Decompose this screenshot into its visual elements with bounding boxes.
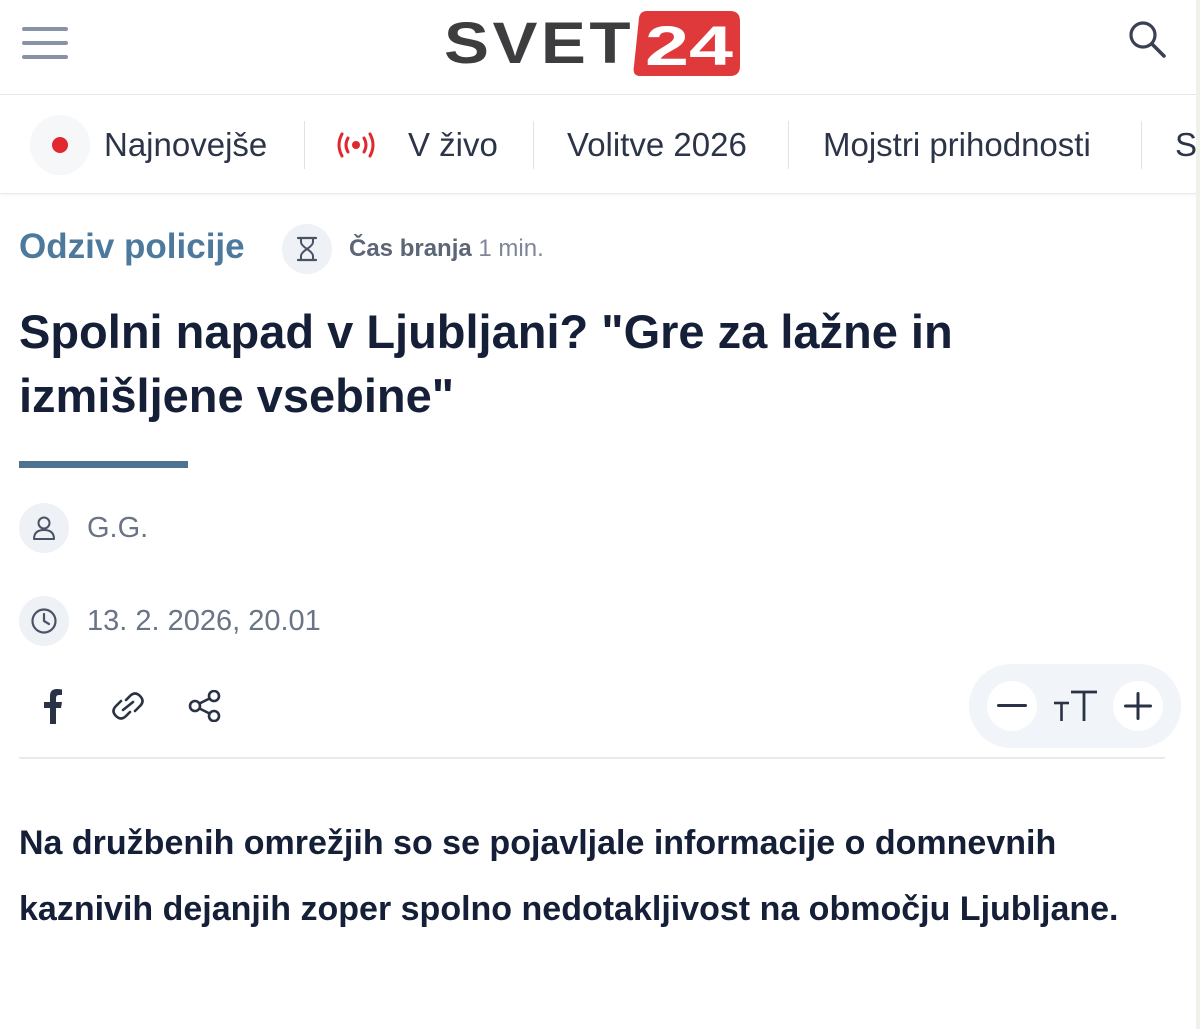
link-icon[interactable] — [104, 682, 152, 730]
read-time-label: Čas branja — [349, 235, 472, 262]
site-header: SVET 24 — [0, 0, 1200, 95]
article-category[interactable]: Odziv policije — [19, 227, 245, 267]
nav-item-mojstri-prihodnosti[interactable]: Mojstri prihodnosti — [823, 96, 1091, 193]
nav-item-label: Mojstri prihodnosti — [823, 126, 1091, 163]
user-icon — [19, 503, 69, 553]
nav-item-v-zivo[interactable]: V živo — [336, 96, 498, 193]
facebook-share-icon[interactable] — [29, 682, 77, 730]
site-logo[interactable]: SVET 24 — [444, 8, 742, 80]
nav-item-label: Najnovejše — [104, 126, 268, 163]
logo-wordmark: SVET — [444, 11, 634, 76]
logo-number: 24 — [645, 14, 733, 77]
decrease-font-button[interactable] — [987, 681, 1037, 731]
font-size-control — [969, 664, 1181, 748]
nav-divider — [304, 121, 305, 169]
share-icon[interactable] — [181, 682, 229, 730]
text-size-icon — [1053, 684, 1099, 728]
nav-item-truncated[interactable]: S — [1175, 96, 1198, 193]
nav-item-label: S — [1175, 126, 1198, 163]
broadcast-icon — [337, 132, 375, 158]
minus-icon — [997, 704, 1027, 707]
hourglass-icon — [282, 224, 332, 274]
article-date: 13. 2. 2026, 20.01 — [87, 605, 321, 637]
article-author[interactable]: G.G. — [87, 512, 148, 545]
live-dot-icon — [30, 115, 90, 175]
clock-icon — [19, 596, 69, 646]
category-nav: Najnovejše V živo Volitve 2026 Mojstri p… — [0, 96, 1200, 194]
nav-divider — [533, 121, 534, 169]
window-edge — [1196, 0, 1200, 1029]
search-icon[interactable] — [1126, 18, 1168, 60]
nav-item-najnovejse[interactable]: Najnovejše — [30, 96, 268, 193]
read-time: Čas branja 1 min. — [349, 235, 544, 263]
section-divider — [19, 757, 1165, 759]
article-title: Spolni napad v Ljubljani? "Gre za lažne … — [19, 305, 953, 422]
nav-item-label: V živo — [408, 126, 498, 163]
nav-divider — [1141, 121, 1142, 169]
title-underline — [19, 461, 188, 468]
nav-divider — [788, 121, 789, 169]
menu-icon[interactable] — [22, 24, 68, 64]
read-time-value: 1 min. — [478, 235, 544, 262]
nav-item-label: Volitve 2026 — [567, 126, 747, 163]
nav-item-volitve[interactable]: Volitve 2026 — [567, 96, 747, 193]
article-lead: Na družbenih omrežjih so se pojavljale i… — [19, 824, 1119, 928]
increase-font-button[interactable] — [1113, 681, 1163, 731]
plus-icon — [1124, 692, 1152, 720]
